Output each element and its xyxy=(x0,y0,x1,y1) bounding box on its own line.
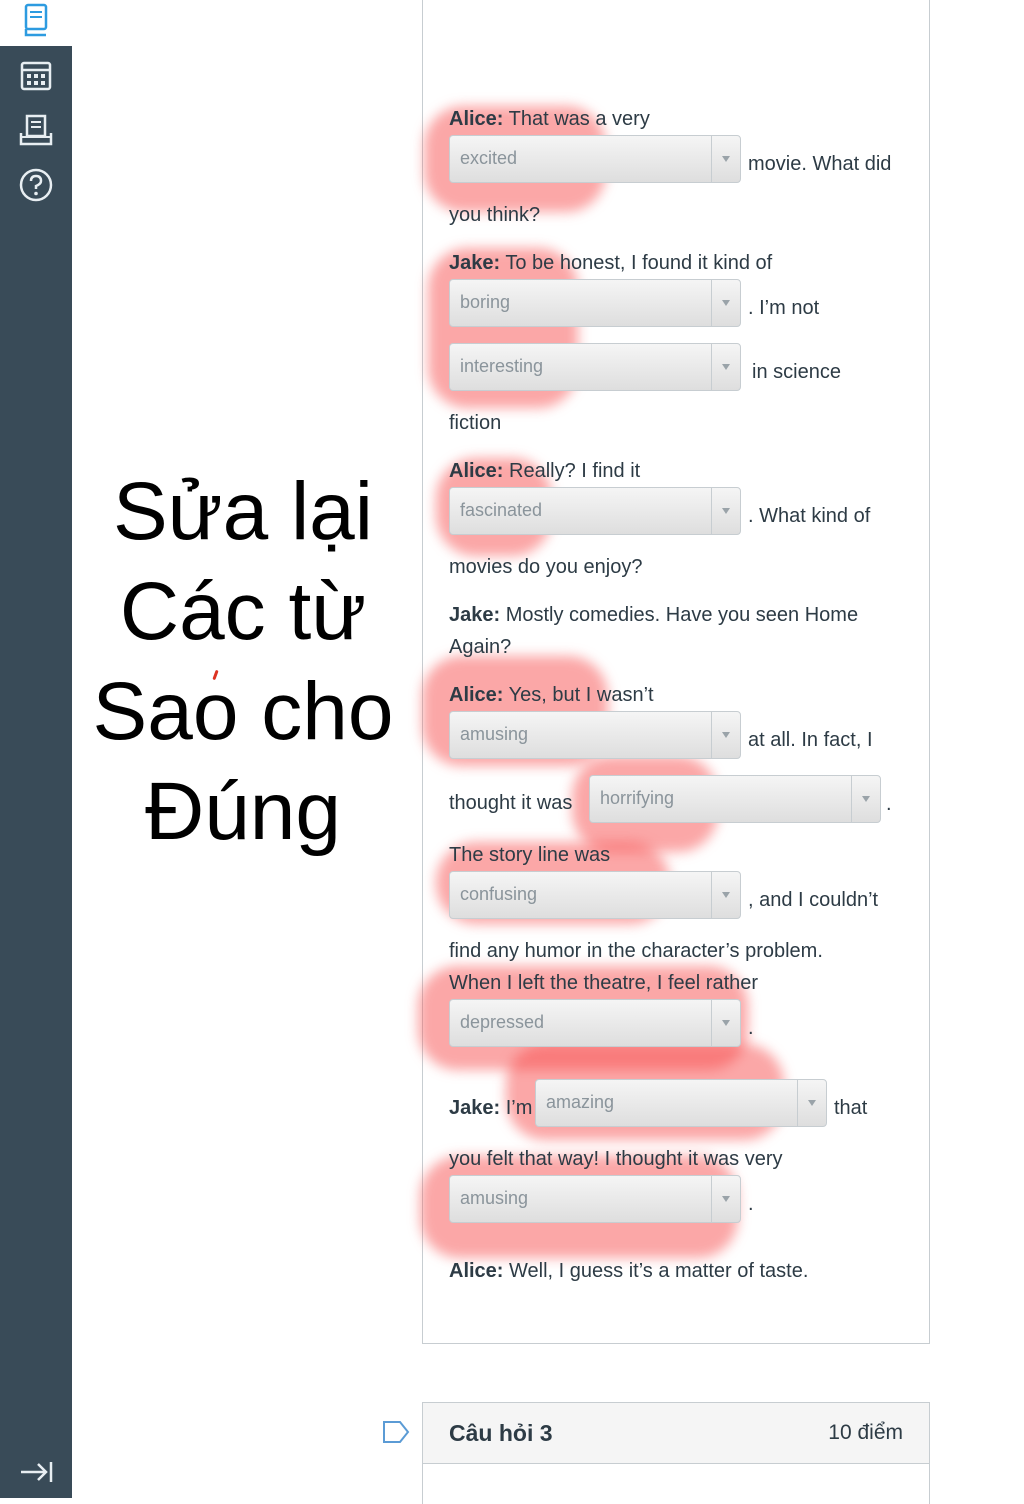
annotation-overlay: Sửa lại Các từ Sao cho Đúng xyxy=(78,462,408,862)
dropdown-value: interesting xyxy=(460,356,544,376)
dialogue-text: , and I couldn’t xyxy=(748,889,879,911)
dropdown-value: confusing xyxy=(460,884,538,904)
dropdown-value: amusing xyxy=(460,1188,529,1208)
chevron-down-icon xyxy=(711,136,740,182)
speaker-name: Jake: xyxy=(449,252,501,274)
dialogue-text: . xyxy=(748,1017,754,1039)
dropdown-value: depressed xyxy=(460,1012,545,1032)
dialogue-text: Well, I guess it’s a matter of taste. xyxy=(503,1260,809,1282)
dialogue-text: movie. What did xyxy=(748,153,892,175)
dialogue-text: Again? xyxy=(449,636,512,658)
annotation-line: Sửa lại xyxy=(112,466,373,557)
dialogue-text: Really? I find it xyxy=(503,460,641,482)
dialogue-text: . What kind of xyxy=(748,505,871,527)
answer-dropdown[interactable]: boring xyxy=(449,279,741,327)
dropdown-value: horrifying xyxy=(600,788,675,808)
speaker-name: Alice: xyxy=(449,684,504,706)
dropdown-value: fascinated xyxy=(460,500,543,520)
dialogue-text: movies do you enjoy? xyxy=(449,556,643,578)
dialogue-text: fiction xyxy=(449,412,502,434)
answer-dropdown[interactable]: amazing xyxy=(535,1079,827,1127)
dialogue-text: When I left the theatre, I feel rather xyxy=(449,972,759,994)
dialogue-line: Alice: That was a very xyxy=(449,107,650,131)
dialogue-text: . xyxy=(886,793,892,815)
chevron-down-icon xyxy=(797,1080,826,1126)
dialogue-text: thought it was xyxy=(449,792,573,814)
speaker-name: Jake: xyxy=(449,604,501,626)
question-points: 10 điểm xyxy=(828,1421,903,1444)
dialogue-text: That was a very xyxy=(503,108,650,130)
question-body xyxy=(422,1464,930,1504)
question-title: Câu hỏi 3 xyxy=(449,1420,553,1446)
dialogue-text: . xyxy=(748,1193,754,1215)
calendar-icon[interactable] xyxy=(16,55,56,95)
annotation-line: Các từ xyxy=(119,566,367,657)
dropdown-value: amazing xyxy=(546,1092,615,1112)
speaker-name: Jake: xyxy=(449,1097,501,1119)
chevron-down-icon xyxy=(711,280,740,326)
dialogue-text: The story line was xyxy=(449,844,611,866)
dropdown-value: boring xyxy=(460,292,511,312)
dialogue-line: Jake: Mostly comedies. Have you seen Hom… xyxy=(449,603,858,627)
dialogue-text: at all. In fact, I xyxy=(748,729,873,751)
speaker-name: Alice: xyxy=(449,460,504,482)
collapse-nav-icon[interactable] xyxy=(16,1452,56,1492)
answer-dropdown[interactable]: amusing xyxy=(449,1175,741,1223)
chevron-down-icon xyxy=(711,1176,740,1222)
chevron-down-icon xyxy=(851,776,880,822)
flag-question-icon[interactable] xyxy=(382,1420,410,1449)
answer-dropdown[interactable]: excited xyxy=(449,135,741,183)
speaker-name: Alice: xyxy=(449,108,504,130)
dialogue-line: Alice: Well, I guess it’s a matter of ta… xyxy=(449,1259,808,1283)
dialogue-text: you felt that way! I thought it was very xyxy=(449,1148,783,1170)
answer-dropdown[interactable]: horrifying xyxy=(589,775,881,823)
dialogue-line: Jake: I’m xyxy=(449,1096,532,1120)
dialogue-text: in science xyxy=(752,361,841,383)
global-nav xyxy=(0,0,72,1498)
dropdown-value: excited xyxy=(460,148,518,168)
answer-dropdown[interactable]: confusing xyxy=(449,871,741,919)
chevron-down-icon xyxy=(711,488,740,534)
dialogue-text: Yes, but I wasn’t xyxy=(503,684,654,706)
help-icon[interactable] xyxy=(16,165,56,205)
dropdown-value: amusing xyxy=(460,724,529,744)
annotation-line: Đúng xyxy=(144,766,342,857)
dialogue-text: I’m xyxy=(500,1097,533,1119)
chevron-down-icon xyxy=(711,344,740,390)
annotation-line: Sao cho xyxy=(92,666,394,757)
answer-dropdown[interactable]: depressed xyxy=(449,999,741,1047)
answer-dropdown[interactable]: amusing xyxy=(449,711,741,759)
dialogue-text: find any humor in the character’s proble… xyxy=(449,940,823,962)
dialogue-line: Alice: Yes, but I wasn’t xyxy=(449,683,654,707)
dialogue-text: that xyxy=(834,1097,868,1119)
chevron-down-icon xyxy=(711,1000,740,1046)
question-header: Câu hỏi 3 10 điểm xyxy=(422,1402,930,1464)
dialogue-text: you think? xyxy=(449,204,541,226)
dialogue-line: Alice: Really? I find it xyxy=(449,459,640,483)
dialogue-text: . I’m not xyxy=(748,297,820,319)
dialogue-text: To be honest, I found it kind of xyxy=(500,252,773,274)
dialogue-line: Jake: To be honest, I found it kind of xyxy=(449,251,772,275)
speaker-name: Alice: xyxy=(449,1260,504,1282)
dialogue-text: Mostly comedies. Have you seen Home xyxy=(500,604,859,626)
chevron-down-icon xyxy=(711,872,740,918)
answer-dropdown[interactable]: interesting xyxy=(449,343,741,391)
courses-icon[interactable] xyxy=(16,0,56,40)
chevron-down-icon xyxy=(711,712,740,758)
inbox-icon[interactable] xyxy=(16,110,56,150)
answer-dropdown[interactable]: fascinated xyxy=(449,487,741,535)
